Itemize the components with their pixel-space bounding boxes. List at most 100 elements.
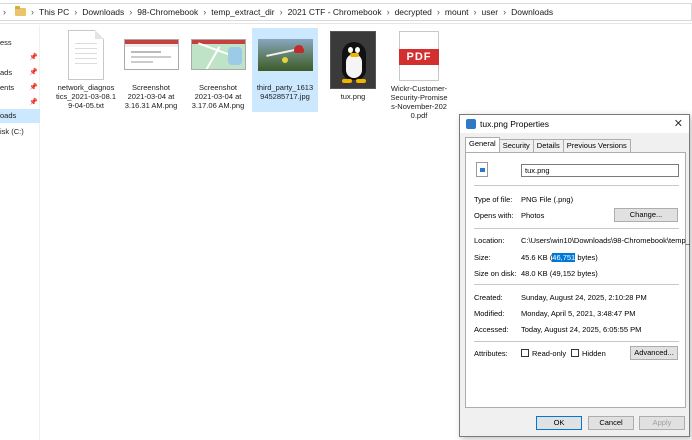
dialog-title-bar[interactable]: tux.png Properties ✕ bbox=[460, 115, 689, 133]
chevron-right-icon: › bbox=[279, 7, 283, 17]
hidden-label: Hidden bbox=[582, 349, 606, 358]
pdf-badge: PDF bbox=[399, 49, 439, 65]
pin-icon: 📌 bbox=[29, 84, 38, 91]
divider bbox=[474, 228, 679, 229]
file-label: Screenshot 2021-03-04 at 3.16.31 AM.png bbox=[124, 83, 178, 110]
file-tux-png[interactable]: tux.png bbox=[321, 31, 385, 101]
attributes-label: Attributes: bbox=[474, 349, 508, 358]
folder-icon bbox=[15, 6, 26, 16]
pdf-file-icon: PDF bbox=[399, 31, 439, 81]
modified-value: Monday, April 5, 2021, 3:48:47 PM bbox=[521, 309, 636, 318]
apply-button[interactable]: Apply bbox=[639, 416, 685, 430]
read-only-label: Read-only bbox=[532, 349, 567, 358]
size-label: Size: bbox=[474, 253, 491, 262]
modified-label: Modified: bbox=[474, 309, 505, 318]
type-label: Type of file: bbox=[474, 195, 513, 204]
tab-details[interactable]: Details bbox=[532, 139, 564, 152]
crumb-ctf-chromebook[interactable]: 2021 CTF - Chromebook bbox=[286, 7, 384, 17]
opens-with-value: Photos bbox=[521, 211, 545, 220]
image-file-icon bbox=[466, 119, 476, 129]
pin-icon: 📌 bbox=[29, 99, 38, 106]
tux-penguin-thumbnail bbox=[330, 31, 376, 89]
photo-thumbnail bbox=[257, 39, 313, 71]
chevron-right-icon: › bbox=[473, 7, 477, 17]
screenshot-thumbnail bbox=[123, 39, 179, 70]
chevron-right-icon: › bbox=[436, 7, 440, 17]
filename-field[interactable]: tux.png bbox=[521, 164, 679, 177]
chevron-right-icon: › bbox=[3, 7, 6, 17]
nav-item-local-disk[interactable]: isk (C:) bbox=[0, 125, 40, 139]
created-value: Sunday, August 24, 2025, 2:10:28 PM bbox=[521, 293, 647, 302]
divider bbox=[474, 284, 679, 285]
chevron-right-icon: › bbox=[74, 7, 78, 17]
navigation-pane: ess 📌 ads 📌 ents 📌 📌 oads isk (C:) bbox=[0, 25, 40, 440]
text-file-icon bbox=[68, 30, 104, 80]
location-value: C:\Users\win10\Downloads\98-Chromebook\t… bbox=[521, 236, 690, 245]
nav-item-quick-access[interactable]: ess bbox=[0, 36, 40, 50]
file-label: third_party_1613 945285717.jpg bbox=[256, 83, 314, 101]
nav-item-label: oads bbox=[0, 111, 17, 120]
screenshot-thumbnail bbox=[190, 39, 246, 70]
nav-item-downloads-pinned[interactable]: ads 📌 bbox=[0, 66, 40, 80]
file-wickr-pdf[interactable]: PDF Wickr-Customer- Security-Promise s-Nov… bbox=[387, 31, 451, 120]
nav-item-label: ads bbox=[0, 68, 13, 77]
pin-icon: 📌 bbox=[29, 54, 38, 61]
size-bytes-selected: 46,751 bbox=[552, 253, 576, 262]
ok-button[interactable]: OK bbox=[536, 416, 582, 430]
crumb-this-pc[interactable]: This PC bbox=[37, 7, 71, 17]
nav-item-downloads[interactable]: oads bbox=[0, 109, 40, 123]
close-icon[interactable]: ✕ bbox=[674, 117, 683, 130]
pin-icon: 📌 bbox=[29, 69, 38, 76]
hidden-checkbox[interactable] bbox=[571, 349, 579, 357]
chevron-right-icon: › bbox=[129, 7, 133, 17]
nav-item-label: isk (C:) bbox=[0, 127, 24, 136]
file-network-diagnostics[interactable]: network_diagnos tics_2021-03-08.1 9-04-05.… bbox=[54, 30, 118, 110]
accessed-value: Today, August 24, 2025, 6:05:55 PM bbox=[521, 325, 642, 334]
nav-item-label: ents bbox=[0, 83, 15, 92]
tab-general[interactable]: General bbox=[465, 137, 500, 152]
tab-previous-versions[interactable]: Previous Versions bbox=[562, 139, 631, 152]
crumb-decrypted[interactable]: decrypted bbox=[393, 7, 434, 17]
dialog-tabs: General Security Details Previous Versio… bbox=[465, 137, 631, 152]
crumb-user[interactable]: user bbox=[480, 7, 501, 17]
size-on-disk-label: Size on disk: bbox=[474, 269, 517, 278]
accessed-label: Accessed: bbox=[474, 325, 509, 334]
crumb-98-chromebook[interactable]: 98-Chromebook bbox=[135, 7, 200, 17]
nav-item-desktop[interactable]: 📌 bbox=[0, 51, 40, 65]
size-prefix: 45.6 KB ( bbox=[521, 253, 553, 262]
file-label: Wickr-Customer- Security-Promise s-Novembe… bbox=[390, 84, 448, 120]
dialog-title: tux.png Properties bbox=[480, 119, 549, 129]
general-panel: tux.png Type of file: PNG File (.png) Op… bbox=[465, 152, 690, 408]
created-label: Created: bbox=[474, 293, 503, 302]
size-on-disk-value: 48.0 KB (49,152 bytes) bbox=[521, 269, 598, 278]
size-value: 45.6 KB (46,751 bytes) bbox=[521, 253, 598, 262]
divider bbox=[474, 185, 679, 186]
advanced-button[interactable]: Advanced... bbox=[630, 346, 678, 360]
tab-security[interactable]: Security bbox=[498, 139, 534, 152]
location-label: Location: bbox=[474, 236, 505, 245]
cancel-button[interactable]: Cancel bbox=[588, 416, 634, 430]
read-only-checkbox[interactable] bbox=[521, 349, 529, 357]
file-third-party-jpg[interactable]: third_party_1613 945285717.jpg bbox=[252, 28, 318, 112]
nav-item-pictures[interactable]: 📌 bbox=[0, 96, 40, 110]
nav-item-label: ess bbox=[0, 38, 12, 47]
nav-item-documents[interactable]: ents 📌 bbox=[0, 81, 40, 95]
chevron-right-icon: › bbox=[31, 7, 34, 17]
address-bar[interactable]: › › This PC › Downloads › 98-Chromebook … bbox=[0, 0, 692, 24]
crumb-downloads[interactable]: Downloads bbox=[80, 7, 126, 17]
divider bbox=[474, 341, 679, 342]
type-value: PNG File (.png) bbox=[521, 195, 574, 204]
opens-with-label: Opens with: bbox=[474, 211, 514, 220]
file-label: Screenshot 2021-03-04 at 3.17.06 AM.png bbox=[191, 83, 245, 110]
file-screenshot-2[interactable]: Screenshot 2021-03-04 at 3.17.06 AM.png bbox=[186, 39, 250, 110]
file-label: tux.png bbox=[340, 92, 366, 101]
properties-dialog: tux.png Properties ✕ General Security De… bbox=[459, 114, 690, 437]
crumb-downloads-current[interactable]: Downloads bbox=[509, 7, 555, 17]
breadcrumb[interactable]: › › This PC › Downloads › 98-Chromebook … bbox=[0, 3, 692, 21]
png-file-icon bbox=[476, 162, 488, 177]
crumb-temp-extract-dir[interactable]: temp_extract_dir bbox=[209, 7, 276, 17]
chevron-right-icon: › bbox=[503, 7, 507, 17]
crumb-mount[interactable]: mount bbox=[443, 7, 471, 17]
file-screenshot-1[interactable]: Screenshot 2021-03-04 at 3.16.31 AM.png bbox=[119, 39, 183, 110]
change-button[interactable]: Change... bbox=[614, 208, 678, 222]
